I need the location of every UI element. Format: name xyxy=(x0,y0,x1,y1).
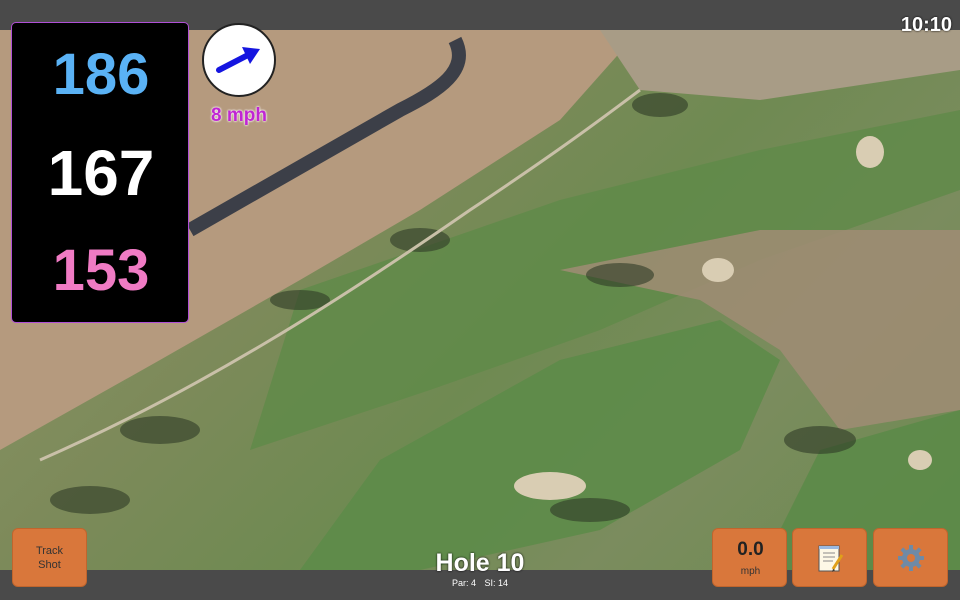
wind-speed: 8 mph xyxy=(211,105,267,126)
bunker xyxy=(702,258,734,282)
hole-info: Par: 4 SI: 14 xyxy=(380,578,580,588)
track-shot-label-line2: Shot xyxy=(38,558,61,571)
wind-indicator xyxy=(202,23,276,97)
speed-unit: mph xyxy=(740,566,761,577)
hole-title: Hole 10 xyxy=(435,549,525,577)
notepad-icon xyxy=(818,545,844,572)
tree-shadow xyxy=(784,426,856,454)
bunker xyxy=(514,472,586,500)
front-yardage: 153 xyxy=(52,238,150,303)
back-yardage: 186 xyxy=(52,42,150,107)
tree-shadow xyxy=(120,416,200,444)
hole-stroke-index: SI: 14 xyxy=(484,578,509,588)
tree-shadow xyxy=(550,498,630,522)
tree-shadow xyxy=(50,486,130,514)
yardage-panel: 186 167 153 xyxy=(11,22,189,323)
housing-area-top xyxy=(600,30,960,100)
middle-yardage: 167 xyxy=(47,137,155,209)
tree-shadow xyxy=(632,93,688,117)
bunker xyxy=(856,136,884,168)
gear-icon xyxy=(898,545,924,571)
speed-button[interactable]: 0.0 mph xyxy=(712,528,787,587)
clock: 10:10 xyxy=(900,14,952,36)
track-shot-label-line1: Track xyxy=(35,544,64,557)
tree-shadow xyxy=(270,290,330,310)
arrow-icon xyxy=(216,47,260,73)
notes-button[interactable] xyxy=(792,528,867,587)
tree-shadow xyxy=(586,263,654,287)
track-shot-button[interactable]: Track Shot xyxy=(12,528,87,587)
bunker xyxy=(908,450,932,470)
speed-value: 0.0 xyxy=(737,539,764,560)
settings-button[interactable] xyxy=(873,528,948,587)
hole-par: Par: 4 xyxy=(451,578,476,588)
